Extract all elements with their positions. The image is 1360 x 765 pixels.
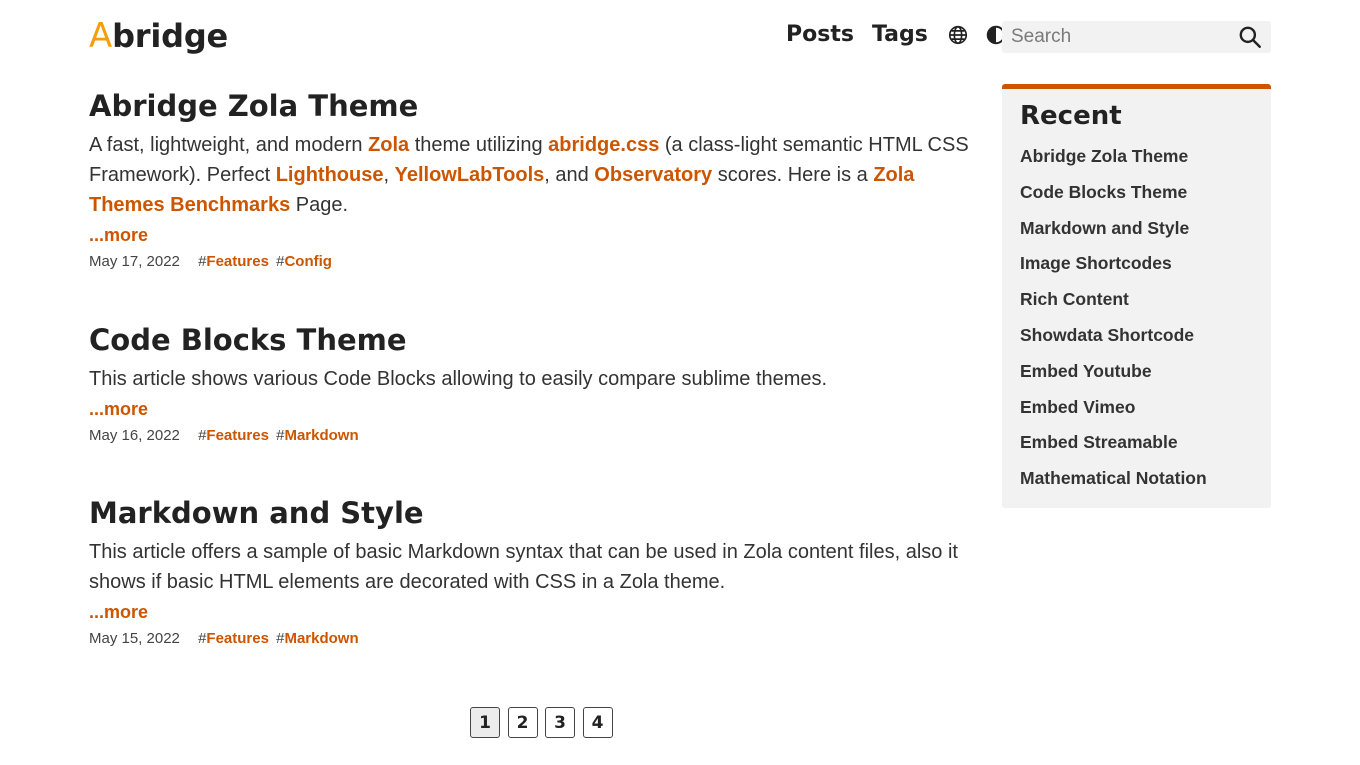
- site-logo[interactable]: Abridge: [89, 16, 228, 56]
- tag-link-config[interactable]: Config: [284, 253, 331, 270]
- sidebar-title: Recent: [1020, 101, 1122, 131]
- lighthouse-link[interactable]: Lighthouse: [276, 164, 384, 186]
- recent-item[interactable]: Embed Youtube: [1020, 354, 1253, 390]
- post-summary: This article shows various Code Blocks a…: [89, 368, 828, 390]
- tag-link-markdown[interactable]: Markdown: [284, 630, 358, 647]
- post-meta: May 15, 2022 #Features #Markdown: [89, 629, 979, 649]
- read-more-link[interactable]: ...more: [89, 222, 979, 248]
- abridge-css-link[interactable]: abridge.css: [548, 134, 659, 156]
- post-title-link[interactable]: Code Blocks Theme: [89, 320, 979, 360]
- post-meta: May 17, 2022 #Features #Config: [89, 252, 979, 272]
- post-summary: This article offers a sample of basic Ma…: [89, 541, 958, 593]
- recent-item[interactable]: Showdata Shortcode: [1020, 318, 1253, 354]
- post-summary: A fast, lightweight, and modern Zola the…: [89, 130, 979, 220]
- summary-text: theme utilizing: [409, 134, 549, 156]
- page-button-1[interactable]: 1: [470, 707, 500, 738]
- recent-item[interactable]: Mathematical Notation: [1020, 461, 1253, 497]
- main-nav: Posts Tags: [786, 22, 1008, 47]
- tag-link-features[interactable]: Features: [206, 427, 269, 444]
- search-input[interactable]: [1002, 21, 1232, 53]
- pagination: 1 2 3 4: [470, 707, 620, 738]
- summary-text: scores. Here is a: [712, 164, 874, 186]
- post-date: May 16, 2022: [89, 427, 180, 444]
- post-item: Code Blocks Theme This article shows var…: [89, 320, 979, 446]
- recent-item[interactable]: Image Shortcodes: [1020, 246, 1253, 282]
- zola-link[interactable]: Zola: [368, 134, 409, 156]
- search-icon[interactable]: [1237, 24, 1263, 50]
- post-title-link[interactable]: Abridge Zola Theme: [89, 86, 979, 126]
- summary-text: A fast, lightweight, and modern: [89, 134, 369, 156]
- yellowlabtools-link[interactable]: YellowLabTools: [395, 164, 545, 186]
- site-header: Abridge Posts Tags: [0, 0, 1360, 76]
- page-button-3[interactable]: 3: [545, 707, 575, 738]
- tag-link-markdown[interactable]: Markdown: [284, 427, 358, 444]
- recent-item[interactable]: Markdown and Style: [1020, 211, 1253, 247]
- post-date: May 17, 2022: [89, 253, 180, 270]
- page-button-4[interactable]: 4: [582, 707, 613, 738]
- summary-text: , and: [544, 164, 595, 186]
- recent-item[interactable]: Embed Vimeo: [1020, 390, 1253, 426]
- post-item: Abridge Zola Theme A fast, lightweight, …: [89, 86, 979, 272]
- post-title-link[interactable]: Markdown and Style: [89, 493, 979, 533]
- observatory-link[interactable]: Observatory: [594, 164, 712, 186]
- tag-link-features[interactable]: Features: [206, 630, 269, 647]
- read-more-link[interactable]: ...more: [89, 396, 979, 422]
- recent-item[interactable]: Embed Streamable: [1020, 425, 1253, 461]
- logo-accent-letter: A: [89, 16, 113, 56]
- search-box: [1002, 21, 1271, 53]
- post-list: Abridge Zola Theme A fast, lightweight, …: [89, 86, 979, 647]
- post-item: Markdown and Style This article offers a…: [89, 493, 979, 649]
- nav-tags-link[interactable]: Tags: [872, 22, 928, 47]
- page-button-2[interactable]: 2: [507, 707, 538, 738]
- recent-item[interactable]: Abridge Zola Theme: [1020, 139, 1253, 175]
- post-meta: May 16, 2022 #Features #Markdown: [89, 426, 979, 446]
- recent-item[interactable]: Rich Content: [1020, 282, 1253, 318]
- nav-posts-link[interactable]: Posts: [786, 22, 854, 47]
- recent-item[interactable]: Code Blocks Theme: [1020, 175, 1253, 211]
- post-date: May 15, 2022: [89, 630, 180, 647]
- summary-text: Page.: [290, 194, 349, 216]
- globe-icon[interactable]: [946, 23, 970, 47]
- recent-sidebar: Recent Abridge Zola Theme Code Blocks Th…: [1002, 84, 1271, 508]
- summary-text: ,: [383, 164, 395, 186]
- read-more-link[interactable]: ...more: [89, 599, 979, 625]
- logo-text: bridge: [112, 17, 229, 55]
- tag-link-features[interactable]: Features: [206, 253, 269, 270]
